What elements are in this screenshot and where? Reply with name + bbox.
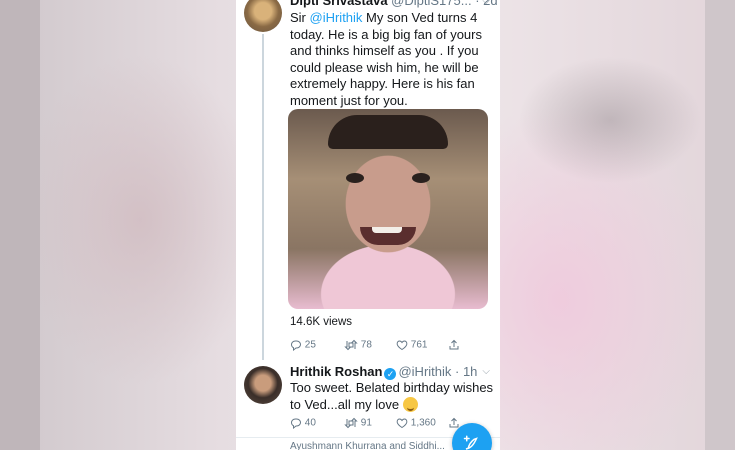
like-icon	[396, 418, 408, 429]
verified-icon: ✓	[384, 368, 397, 380]
reply-count: 40	[304, 417, 316, 429]
tweet-text-content: Too sweet. Belated birthday wishes to Ve…	[290, 380, 494, 412]
tweet-hrithik[interactable]: Hrithik Roshan ✓ @iHrithik · 1h ⌵ Too swee…	[236, 0, 500, 437]
tweet-time: · 1h	[455, 364, 478, 379]
retweet-count: 91	[360, 417, 372, 429]
background-left-edge	[0, 0, 40, 450]
hugging-face-emoji	[402, 396, 418, 412]
author-handle[interactable]: @iHrithik	[398, 364, 451, 379]
reply-button[interactable]: 40	[290, 417, 316, 430]
retweet-button[interactable]: 91	[344, 417, 372, 429]
like-button[interactable]: 1,360	[396, 417, 436, 429]
avatar-hrithik[interactable]	[244, 366, 282, 404]
twitter-thread-screen: Dipti Srivastava @DiptiS175... · 2d ⌵ Si…	[236, 0, 500, 450]
author-name[interactable]: Hrithik Roshan	[290, 364, 382, 379]
like-count: 1,360	[410, 417, 436, 429]
reply-icon	[290, 418, 302, 430]
compose-icon	[463, 435, 478, 450]
tweet-text: Too sweet. Belated birthday wishes to Ve…	[290, 380, 495, 413]
retweet-icon	[344, 417, 358, 429]
liked-by-footer[interactable]: Ayushmann Khurrana and Siddhi...	[290, 441, 445, 450]
tweet-header: Hrithik Roshan ✓ @iHrithik · 1h	[290, 364, 477, 380]
chevron-down-icon[interactable]: ⌵	[482, 366, 490, 377]
background-right-edge	[705, 0, 735, 450]
